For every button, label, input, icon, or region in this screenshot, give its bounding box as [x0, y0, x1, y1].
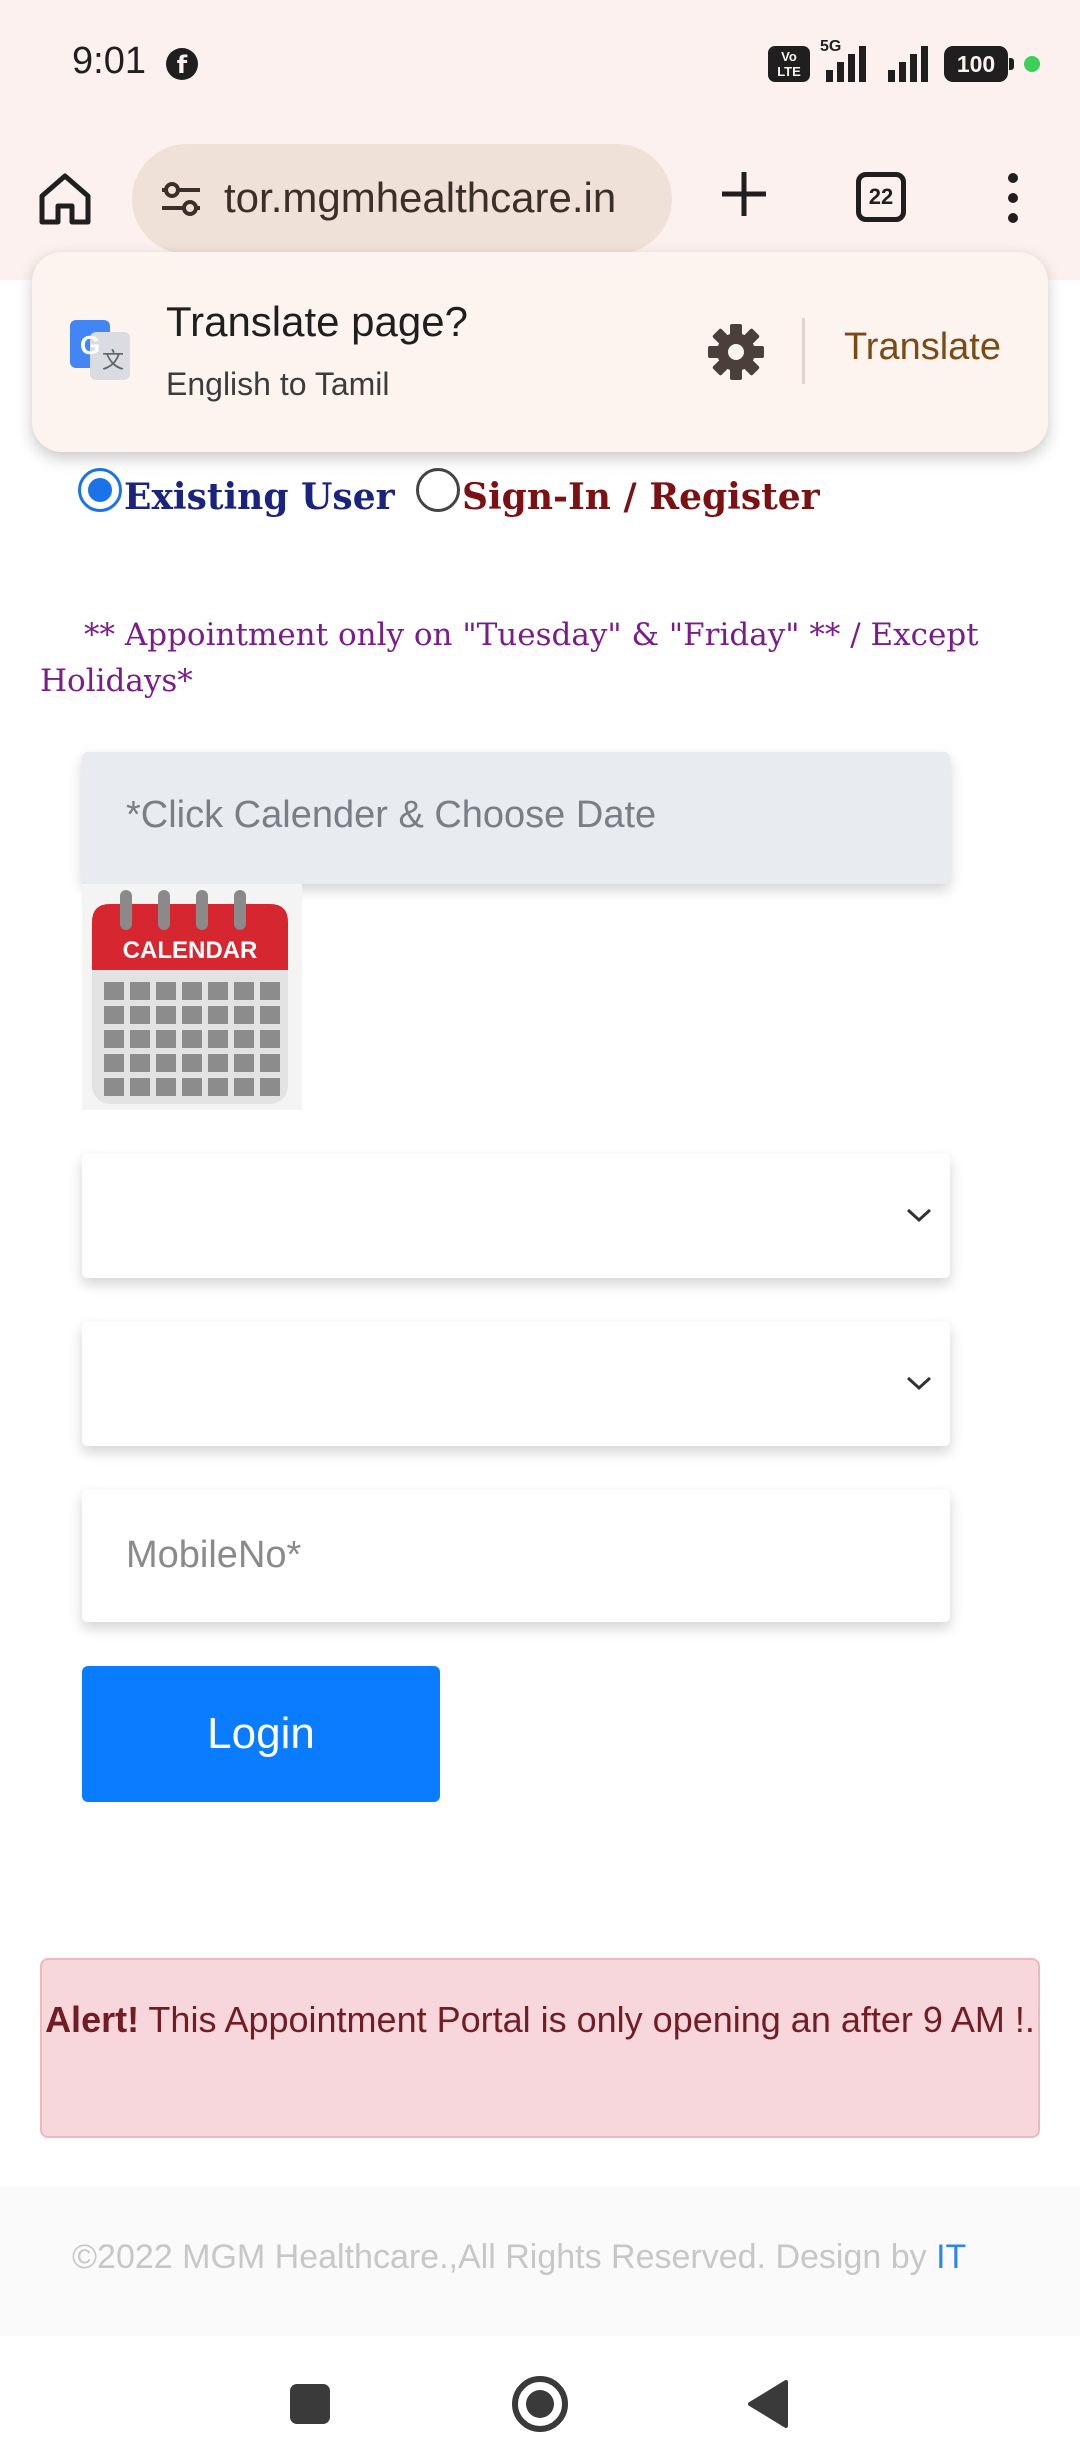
register-radio[interactable]	[416, 468, 460, 512]
translate-title: Translate page?	[166, 298, 468, 345]
facebook-icon: f	[166, 48, 198, 80]
gear-icon[interactable]	[702, 318, 770, 386]
translate-subtitle: English to Tamil	[166, 366, 390, 402]
privacy-dot-icon	[1024, 56, 1040, 72]
doctor-select[interactable]	[82, 1154, 950, 1278]
site-settings-icon[interactable]	[158, 176, 204, 222]
calendar-icon-label: CALENDAR	[123, 937, 258, 964]
user-type-radio-group: Existing User Sign-In / Register	[78, 468, 978, 528]
address-bar[interactable]: tor.mgmhealthcare.in	[132, 144, 672, 254]
translate-popup: G 文 Translate page? English to Tamil Tra…	[32, 252, 1048, 452]
translate-button[interactable]: Translate	[844, 326, 1001, 369]
tab-switcher-button[interactable]: 22	[856, 172, 906, 222]
login-button[interactable]: Login	[82, 1666, 440, 1802]
mobile-placeholder: MobileNo*	[126, 1534, 302, 1576]
existing-user-label[interactable]: Existing User	[124, 476, 395, 518]
signal-icon	[888, 46, 928, 82]
battery-icon: 100	[944, 46, 1014, 82]
svg-text:文: 文	[102, 349, 124, 374]
appointment-notice: ** Appointment only on "Tuesday" & "Frid…	[40, 617, 979, 699]
date-placeholder: *Click Calender & Choose Date	[126, 794, 657, 836]
svg-text:G: G	[80, 330, 100, 360]
register-label[interactable]: Sign-In / Register	[462, 476, 820, 518]
alert-box: Alert! This Appointment Portal is only o…	[40, 1958, 1040, 2138]
back-icon[interactable]	[744, 2378, 790, 2430]
calendar-icon[interactable]: CALENDAR	[82, 884, 302, 1110]
alert-message: This Appointment Portal is only opening …	[139, 1999, 1035, 2040]
status-bar: 9:01 f Vo LTE 5G 100	[0, 0, 1080, 130]
google-translate-icon: G 文	[70, 320, 130, 380]
more-menu-icon[interactable]	[996, 170, 1030, 226]
url-text: tor.mgmhealthcare.in	[224, 174, 617, 221]
new-tab-icon[interactable]	[716, 166, 772, 222]
alert-strong: Alert!	[45, 1999, 140, 2040]
divider	[802, 318, 805, 384]
time-slot-select[interactable]	[82, 1322, 950, 1446]
volte-icon: Vo LTE	[768, 46, 810, 82]
chevron-down-icon	[906, 1208, 932, 1223]
status-time: 9:01	[72, 40, 146, 82]
mobile-number-input[interactable]: MobileNo*	[82, 1490, 950, 1622]
date-input[interactable]: *Click Calender & Choose Date	[82, 752, 950, 884]
footer-it-link[interactable]: IT	[936, 2238, 966, 2276]
signal-icon	[826, 46, 866, 82]
home-nav-icon[interactable]	[510, 2374, 570, 2434]
footer-text: ©2022 MGM Healthcare.,All Rights Reserve…	[72, 2238, 966, 2277]
existing-user-radio[interactable]	[78, 468, 122, 512]
system-nav-bar	[0, 2336, 1080, 2460]
footer: ©2022 MGM Healthcare.,All Rights Reserve…	[0, 2186, 1080, 2336]
chevron-down-icon	[906, 1376, 932, 1391]
home-icon[interactable]	[36, 170, 94, 228]
copyright-text: ©2022 MGM Healthcare.,All Rights Reserve…	[72, 2238, 937, 2276]
recents-icon[interactable]	[290, 2384, 330, 2424]
